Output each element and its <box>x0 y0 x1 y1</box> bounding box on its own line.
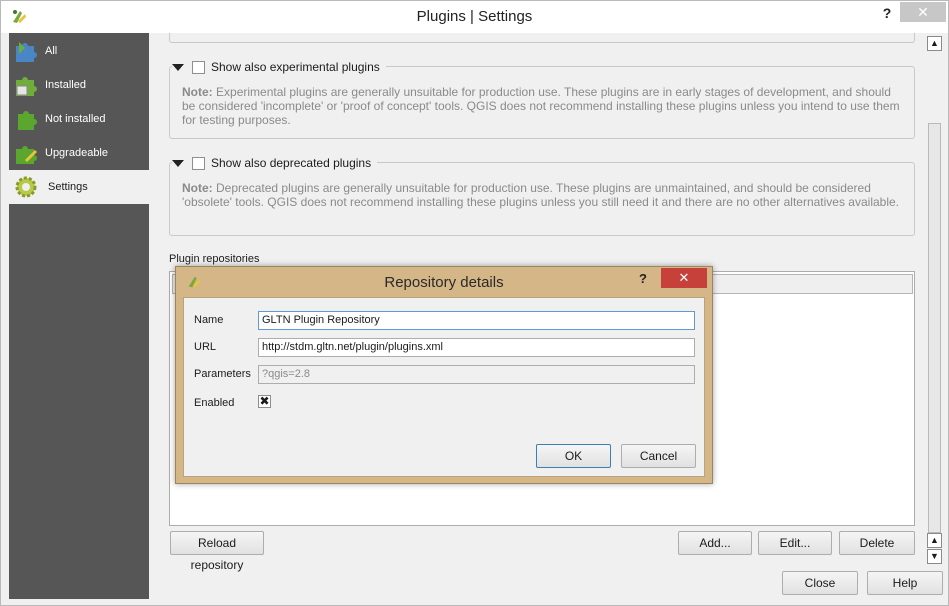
experimental-checkbox[interactable] <box>192 60 205 74</box>
help-button[interactable]: Help <box>867 571 943 595</box>
sidebar-item-upgradeable[interactable]: Upgradeable <box>9 136 149 170</box>
collapse-triangle-icon[interactable] <box>172 63 184 71</box>
delete-repository-button[interactable]: Delete <box>839 531 915 555</box>
parameters-field[interactable]: ?qgis=2.8 <box>258 365 695 384</box>
note-prefix: Note: <box>182 85 213 99</box>
title-bar: Plugins | Settings ? ✕ <box>1 1 948 33</box>
dialog-title: Repository details <box>384 274 504 291</box>
window-help-button[interactable]: ? <box>878 5 896 25</box>
deprecated-note: Note: Deprecated plugins are generally u… <box>182 181 904 209</box>
sidebar-item-label: All <box>45 45 58 57</box>
deprecated-group-header: Show also deprecated plugins <box>172 154 378 172</box>
url-field[interactable]: http://stdm.gltn.net/plugin/plugins.xml <box>258 338 695 357</box>
experimental-group: Show also experimental plugins Note: Exp… <box>169 58 915 139</box>
repository-details-dialog: Repository details ? ✕ Name GLTN Plugin … <box>175 266 713 484</box>
note-text: Deprecated plugins are generally unsuita… <box>182 181 899 209</box>
name-field[interactable]: GLTN Plugin Repository <box>258 311 695 330</box>
enabled-label: Enabled <box>194 397 235 409</box>
close-button[interactable]: Close <box>782 571 858 595</box>
vertical-scrollbar[interactable]: ▲ ▲ ▼ <box>926 33 943 565</box>
sidebar-item-label: Upgradeable <box>45 147 108 159</box>
sidebar-item-settings[interactable]: Settings <box>9 170 149 204</box>
deprecated-group: Show also deprecated plugins Note: Depre… <box>169 154 915 236</box>
scroll-up-small-arrow-icon[interactable]: ▲ <box>927 533 942 548</box>
sidebar-item-all[interactable]: All <box>9 34 149 68</box>
collapse-triangle-icon[interactable] <box>172 159 184 167</box>
cancel-button[interactable]: Cancel <box>621 444 696 468</box>
note-text: Experimental plugins are generally unsui… <box>182 85 900 127</box>
parameters-label: Parameters <box>194 368 251 380</box>
dialog-close-button[interactable]: ✕ <box>661 268 707 288</box>
add-repository-button[interactable]: Add... <box>678 531 752 555</box>
experimental-group-header: Show also experimental plugins <box>172 58 386 76</box>
gear-icon <box>15 176 37 198</box>
puzzle-all-icon <box>16 42 37 62</box>
note-prefix: Note: <box>182 181 213 195</box>
sidebar-item-installed[interactable]: Installed <box>9 68 149 102</box>
ok-button[interactable]: OK <box>536 444 611 468</box>
name-label: Name <box>194 314 224 326</box>
deprecated-checkbox[interactable] <box>192 156 205 170</box>
puzzle-not-installed-icon <box>18 111 37 130</box>
scrollbar-thumb[interactable] <box>928 123 941 533</box>
window-close-button[interactable]: ✕ <box>900 2 946 22</box>
sidebar-item-label: Not installed <box>45 113 106 125</box>
reload-repository-button[interactable]: Reload repository <box>170 531 264 572</box>
scroll-up-arrow-icon[interactable]: ▲ <box>927 36 942 51</box>
enabled-checkbox[interactable]: ✖ <box>258 395 271 408</box>
sidebar: All Installed Not installed Upgradeable <box>9 33 149 599</box>
puzzle-upgradeable-icon <box>16 146 37 164</box>
plugin-repositories-label: Plugin repositories <box>169 253 260 265</box>
url-label: URL <box>194 341 217 353</box>
deprecated-checkbox-label: Show also deprecated plugins <box>211 156 372 170</box>
experimental-checkbox-label: Show also experimental plugins <box>211 60 380 74</box>
dialog-body: Name GLTN Plugin Repository URL http://s… <box>183 297 705 477</box>
sidebar-item-label: Settings <box>48 181 88 193</box>
previous-group-edge <box>169 33 915 43</box>
edit-repository-button[interactable]: Edit... <box>758 531 832 555</box>
sidebar-item-label: Installed <box>45 79 86 91</box>
scroll-down-arrow-icon[interactable]: ▼ <box>927 549 942 564</box>
dialog-help-button[interactable]: ? <box>639 271 653 286</box>
experimental-note: Note: Experimental plugins are generally… <box>182 85 904 127</box>
puzzle-installed-icon <box>16 77 37 96</box>
sidebar-item-not-installed[interactable]: Not installed <box>9 102 149 136</box>
window-title: Plugins | Settings <box>416 8 533 25</box>
